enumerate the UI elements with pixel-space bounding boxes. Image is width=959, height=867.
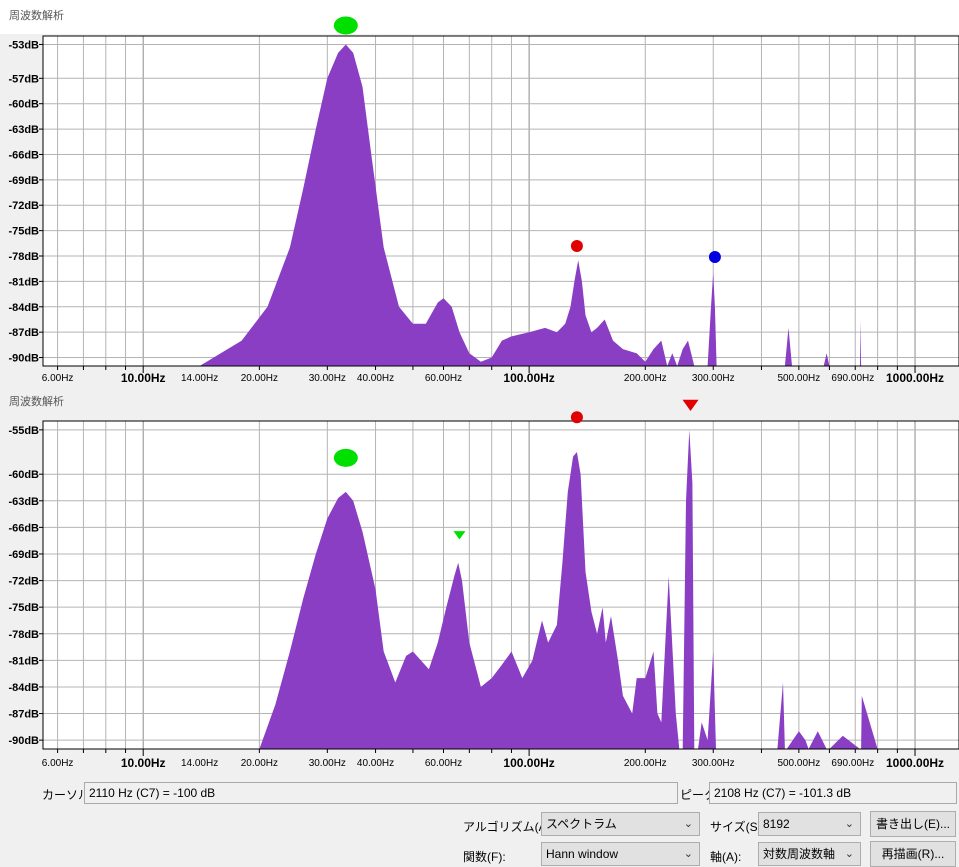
peak-readout-field: 2108 Hz (C7) = -101.3 dB <box>709 782 957 804</box>
y-tick-label: -55dB <box>8 425 39 437</box>
y-tick-label: -87dB <box>8 327 39 339</box>
y-tick-label: -69dB <box>8 549 39 561</box>
y-tick-label: -69dB <box>8 175 39 187</box>
window-function-select[interactable]: Hann window ⌄ <box>541 842 700 866</box>
function-label: 関数(F): <box>463 850 506 864</box>
y-tick-label: -57dB <box>8 73 39 85</box>
top-panel-title: 周波数解析 <box>9 8 64 22</box>
x-tick-label: 40.00Hz <box>357 373 394 384</box>
y-tick-label: -53dB <box>8 39 39 51</box>
y-tick-label: -60dB <box>8 469 39 481</box>
x-tick-label: 690.00Hz <box>831 373 874 384</box>
x-tick-label: 30.00Hz <box>309 373 346 384</box>
x-tick-label: 300.00Hz <box>692 758 735 769</box>
cursor-readout-field: 2110 Hz (C7) = -100 dB <box>84 782 678 804</box>
bottom-panel-header <box>0 390 959 416</box>
x-tick-label: 20.00Hz <box>241 758 278 769</box>
y-tick-label: -60dB <box>8 99 39 111</box>
size-label: サイズ(S): <box>710 820 765 834</box>
y-tick-label: -78dB <box>8 629 39 641</box>
x-tick-label: 6.00Hz <box>42 373 74 384</box>
x-tick-label: 6.00Hz <box>42 758 74 769</box>
y-tick-label: -63dB <box>8 124 39 136</box>
x-tick-label: 30.00Hz <box>309 758 346 769</box>
x-tick-label-major: 10.00Hz <box>121 371 166 385</box>
y-tick-label: -72dB <box>8 200 39 212</box>
y-tick-label: -63dB <box>8 496 39 508</box>
chevron-down-icon: ⌄ <box>683 848 693 860</box>
y-tick-label: -66dB <box>8 522 39 534</box>
y-tick-label: -81dB <box>8 655 39 667</box>
y-tick-label: -90dB <box>8 353 39 365</box>
top-spectrum-plot: -53dB -57dB -60dB -63dB -66dB -69dB -72dB -75dB… <box>8 16 959 385</box>
size-select[interactable]: 8192 ⌄ <box>758 812 861 836</box>
y-tick-label: -66dB <box>8 149 39 161</box>
x-tick-label: 40.00Hz <box>357 758 394 769</box>
peak-marker-dot <box>570 411 583 424</box>
chevron-down-icon: ⌄ <box>683 818 693 830</box>
size-select-value: 8192 <box>763 817 790 831</box>
spectrum-chart-area: 周波数解析 -53dB -57dB -60dB -63dB -66dB -69dB -72d… <box>0 0 959 770</box>
replot-button[interactable]: 再描画(R)... <box>870 841 956 867</box>
y-tick-label: -72dB <box>8 576 39 588</box>
algorithm-select[interactable]: スペクトラム ⌄ <box>541 812 700 836</box>
axis-label: 軸(A): <box>710 850 742 864</box>
x-tick-label-major: 1000.00Hz <box>886 756 944 770</box>
x-tick-label-major: 100.00Hz <box>503 371 554 385</box>
window-function-select-value: Hann window <box>546 847 619 861</box>
x-tick-label-major: 100.00Hz <box>503 756 554 770</box>
peak-marker-ellipse <box>333 448 358 467</box>
peak-marker-dot <box>570 240 583 252</box>
y-tick-label: -78dB <box>8 251 39 263</box>
x-tick-label: 20.00Hz <box>241 373 278 384</box>
x-tick-label: 14.00Hz <box>181 758 218 769</box>
x-tick-label: 690.00Hz <box>831 758 874 769</box>
top-panel-header <box>0 0 959 34</box>
peak-marker-dot <box>708 251 721 263</box>
axis-select-value: 対数周波数軸 <box>763 847 836 861</box>
x-tick-label: 200.00Hz <box>624 758 667 769</box>
y-tick-label: -75dB <box>8 226 39 238</box>
axis-select[interactable]: 対数周波数軸 ⌄ <box>758 842 861 866</box>
x-tick-label: 500.00Hz <box>777 758 820 769</box>
x-tick-label: 14.00Hz <box>181 373 218 384</box>
export-button[interactable]: 書き出し(E)... <box>870 811 956 837</box>
algorithm-select-value: スペクトラム <box>546 817 617 831</box>
x-tick-label: 60.00Hz <box>425 373 462 384</box>
bottom-spectrum-plot: -55dB -60dB -63dB -66dB -69dB -72dB -75dB -78dB… <box>8 399 959 770</box>
y-tick-label: -87dB <box>8 709 39 721</box>
x-tick-label-major: 10.00Hz <box>121 756 166 770</box>
x-tick-label: 200.00Hz <box>624 373 667 384</box>
x-tick-label: 500.00Hz <box>777 373 820 384</box>
x-tick-label-major: 1000.00Hz <box>886 371 944 385</box>
y-tick-label: -84dB <box>8 302 39 314</box>
y-tick-label: -81dB <box>8 276 39 288</box>
chevron-down-icon: ⌄ <box>844 818 854 830</box>
x-tick-label: 60.00Hz <box>425 758 462 769</box>
peak-marker-ellipse <box>333 16 358 35</box>
chevron-down-icon: ⌄ <box>844 848 854 860</box>
bottom-panel-title: 周波数解析 <box>9 394 64 408</box>
plot-background <box>43 36 959 366</box>
y-tick-label: -84dB <box>8 682 39 694</box>
y-tick-label: -75dB <box>8 602 39 614</box>
x-tick-label: 300.00Hz <box>692 373 735 384</box>
y-tick-label: -90dB <box>8 735 39 747</box>
